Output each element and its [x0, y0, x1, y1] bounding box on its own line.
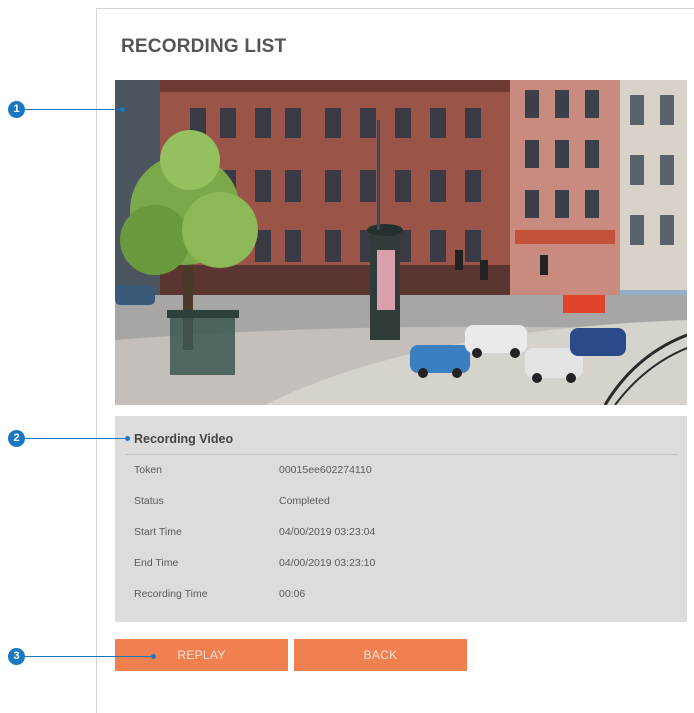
callout-badge-1: 1 [8, 101, 25, 118]
end-time-value: 04/00/2019 03:23:10 [279, 557, 376, 569]
end-time-label: End Time [134, 557, 179, 569]
callout-dot-2 [125, 436, 130, 441]
video-frame-image [115, 80, 687, 405]
token-label: Token [134, 464, 163, 476]
info-row-recording-time: Recording Time 00:06 [115, 588, 687, 604]
recording-video-player[interactable] [115, 80, 687, 405]
start-time-value: 04/00/2019 03:23:04 [279, 526, 376, 538]
recording-time-value: 00:06 [279, 588, 306, 600]
divider [125, 454, 677, 455]
info-row-start-time: Start Time 04/00/2019 03:23:04 [115, 526, 687, 542]
status-label: Status [134, 495, 164, 507]
back-button[interactable]: BACK [294, 639, 467, 671]
callout-dot-3 [151, 654, 156, 659]
info-row-token: Token 00015ee602274110 [115, 464, 687, 480]
callout-dot-1 [120, 107, 125, 112]
recording-info-panel: Recording Video Token 00015ee602274110 S… [115, 416, 687, 622]
recording-time-label: Recording Time [134, 588, 208, 600]
callout-line-2 [25, 438, 127, 439]
recording-video-heading: Recording Video [134, 432, 234, 446]
info-row-status: Status Completed [115, 495, 687, 511]
replay-button[interactable]: REPLAY [115, 639, 288, 671]
token-value: 00015ee602274110 [279, 464, 372, 476]
start-time-label: Start Time [134, 526, 182, 538]
callout-badge-3: 3 [8, 648, 25, 665]
page-title: RECORDING LIST [121, 36, 287, 57]
status-value: Completed [279, 495, 330, 507]
callout-line-1 [25, 109, 122, 110]
callout-badge-2: 2 [8, 430, 25, 447]
info-row-end-time: End Time 04/00/2019 03:23:10 [115, 557, 687, 573]
callout-line-3 [25, 656, 153, 657]
